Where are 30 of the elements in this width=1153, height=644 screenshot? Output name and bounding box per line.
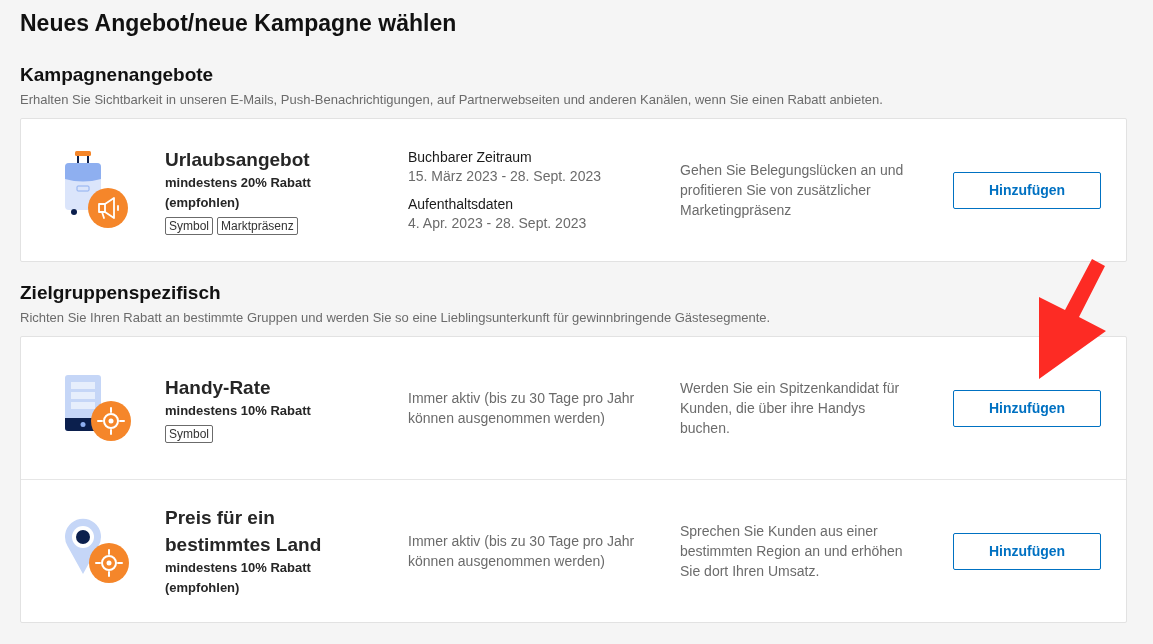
availability-text: Immer aktiv (bis zu 30 Tage pro Jahr können ausgenommen werden) <box>408 389 636 428</box>
page-title: Neues Angebot/neue Kampagne wählen <box>20 9 458 38</box>
period-dates: 15. März 2023 - 28. Sept. 2023 <box>408 166 601 186</box>
period-label: Buchbarer Zeitraum <box>408 147 532 167</box>
offer-title: Urlaubsangebot <box>165 147 310 172</box>
discount-text: mindestens 10% Rabatt <box>165 401 311 420</box>
add-button[interactable]: Hinzufügen <box>953 171 1101 209</box>
section-description: Richten Sie Ihren Rabatt an bestimmte Gruppen und werden Sie so eine Lieblingsunterkunft für gewinnbringende Gästesegmente. <box>20 309 772 327</box>
section-heading: Kampagnenangebote <box>20 63 215 87</box>
add-button[interactable]: Hinzufügen <box>953 532 1101 570</box>
feature-tag: Marktpräsenz <box>217 216 298 235</box>
add-button[interactable]: Hinzufügen <box>953 389 1101 427</box>
benefit-text: Werden Sie ein Spitzenkandidat für Kunden, die über ihre Handys buchen. <box>680 379 901 438</box>
section-heading: Zielgruppenspezifisch <box>20 281 222 305</box>
map-pin-target-icon <box>62 518 130 584</box>
phone-target-icon <box>62 373 131 443</box>
benefit-text: Gehen Sie Belegungslücken an und profitieren Sie von zusätzlicher Marketingpräsenz <box>680 161 905 220</box>
offer-title: Handy-Rate <box>165 375 271 400</box>
period-dates: 4. Apr. 2023 - 28. Sept. 2023 <box>408 213 587 233</box>
period-label: Aufenthaltsdaten <box>408 194 514 214</box>
section-description: Erhalten Sie Sichtbarkeit in unseren E-Mails, Push-Benachrichtigungen, auf Partnerwebseiten und anderen Kanälen, wenn Sie einen Rabatt anbieten. <box>20 91 884 109</box>
availability-text: Immer aktiv (bis zu 30 Tage pro Jahr können ausgenommen werden) <box>408 532 636 571</box>
suitcase-megaphone-icon <box>62 150 130 230</box>
annotation-arrow-icon <box>1039 259 1106 379</box>
benefit-text: Sprechen Sie Kunden aus einer bestimmten Region an und erhöhen Sie dort Ihren Umsatz. <box>680 522 904 581</box>
feature-tag: Symbol <box>165 424 213 443</box>
offer-title: Preis für ein bestimmtes Land <box>165 506 323 557</box>
feature-tag: Symbol <box>165 216 213 235</box>
discount-text: mindestens 20% Rabatt (empfohlen) <box>165 173 312 212</box>
discount-text: mindestens 10% Rabatt (empfohlen) <box>165 559 312 597</box>
